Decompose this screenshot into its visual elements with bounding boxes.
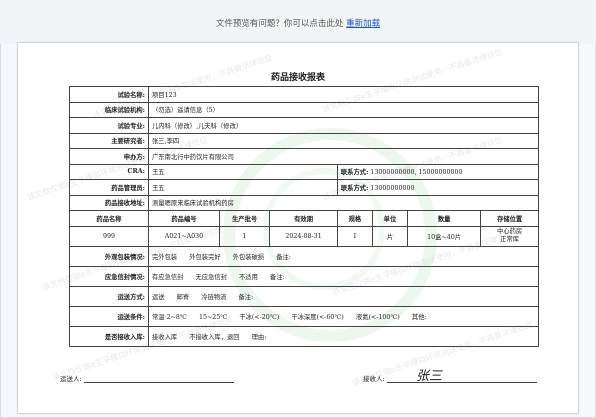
contact-cell: 联系方式: 13000000000 [336, 179, 540, 196]
option: 外包装破损 [232, 253, 265, 261]
contact-value: 13000000000, 15000000000 [370, 169, 463, 177]
option: 干冰深度(<-60℃) [291, 313, 344, 321]
column-header: 存储位置 [480, 210, 539, 227]
option: 备注: [269, 273, 285, 281]
option: 冷链物流 [201, 293, 227, 301]
check-row: 是否接收入库: 接收入库 不接收入库，退回 理由: [69, 325, 539, 347]
check-row: 应急信封情况: 有应急信封 无应急信封 不适用 备注: [69, 265, 539, 287]
drug-cell: 999 [69, 225, 149, 247]
check-row: 运送条件: 常温 2~8℃ 15~25℃ 干冰(<-20℃) 干冰深度(<-60… [69, 305, 539, 327]
column-header: 有效期 [269, 210, 338, 227]
field-label: 药品接收地址: [69, 194, 149, 211]
signature-line [386, 382, 537, 383]
reload-notice: 文件预览有问题？你可以点击此处 重新加载 [0, 17, 596, 29]
contact-label: 联系方式: [340, 184, 369, 192]
field-value: 项目123 [148, 86, 539, 103]
drug-header-row: 药品名称 药品编号 生产批号 有效期 规格 单位 数量 存储位置 [69, 210, 539, 227]
option: 备注: [276, 253, 291, 261]
field-label: 申办方: [69, 148, 149, 165]
signature-line [83, 382, 234, 383]
option: 不接收入库，退回 [189, 333, 240, 341]
notice-text: 文件预览有问题？你可以点击此处 [215, 19, 344, 29]
check-options: 完外包装 外包装完好 外包装破损 备注: [148, 245, 539, 267]
field-row: 申办方: 广东南北行中药饮片有限公司 [69, 148, 539, 165]
cra-row: CRA: 王五 联系方式: 13000000000, 15000000000 [69, 163, 540, 180]
sender-signature-line: 运送人: [60, 373, 234, 383]
check-label: 是否接收入库: [69, 325, 149, 347]
contact-value: 13000000000 [370, 184, 415, 192]
check-options: 有应急信封 无应急信封 不适用 备注: [148, 265, 539, 287]
column-header: 规格 [336, 210, 373, 227]
option: 接收入库 [152, 333, 178, 341]
field-value: 儿内科（修改）,儿夫科（修改） [148, 117, 539, 134]
field-label: 主要研究者: [69, 132, 149, 149]
field-value: 测量嗯原来临床试验机构药房 [148, 194, 539, 211]
document-page: 该文档仅做e生平模拟环境测试使用，不具备法律效应 该文档仅做e生平模拟环境测试使… [17, 42, 579, 414]
option: 常温 2~8℃ [152, 313, 187, 321]
option: 无应急信封 [195, 273, 227, 281]
page-title: 药品接收报表 [270, 73, 325, 83]
option: 完外包装 [152, 253, 178, 261]
field-label: 临床试验机构: [69, 101, 149, 118]
field-value: 张三,李四 [148, 132, 539, 149]
option: 干冰(<-20℃) [239, 313, 280, 321]
check-label: 运送方式: [69, 285, 149, 307]
option: 其他: [411, 313, 427, 321]
reload-link[interactable]: 重新加载 [346, 19, 380, 29]
manager-row: 药品管理员: 王五 联系方式: 13000000000 [69, 179, 540, 196]
field-value: （勿选）遥请信息（5） [148, 101, 539, 118]
option: 15~25℃ [198, 313, 228, 321]
drug-cell: A021~A030 [148, 225, 220, 247]
field-label: 试验名称: [69, 86, 149, 103]
column-header: 药品编号 [148, 210, 220, 227]
receipt-table: 试验名称: 项目123 临床试验机构: （勿选）遥请信息（5） 试验专业: 儿内科（修… [69, 86, 540, 347]
drug-cell: 片 [371, 225, 409, 247]
field-label: 药品管理员: [69, 179, 149, 196]
option: 不适用 [239, 273, 258, 281]
check-options: 接收入库 不接收入库，退回 理由: [148, 325, 539, 347]
contact-cell: 联系方式: 13000000000, 15000000000 [336, 163, 540, 180]
receiver-signature-line: 接收人: [363, 373, 537, 383]
option: 液氮(<-100℃) [355, 313, 400, 321]
field-value: 王五 [148, 179, 338, 196]
field-row: 临床试验机构: （勿选）遥请信息（5） [69, 101, 539, 118]
field-row: 主要研究者: 张三,李四 [69, 132, 539, 149]
receiver-signature: 张三 [416, 369, 443, 384]
option: 备注: [238, 293, 254, 301]
receiver-label: 接收人: [363, 375, 385, 383]
column-header: 生产批号 [218, 210, 271, 227]
drug-cell: 2024-08-31 [269, 225, 338, 247]
check-row: 运送方式: 运送 邮寄 冷链物流 备注: [69, 285, 539, 307]
field-label: CRA: [69, 163, 149, 180]
option: 运送 [152, 293, 165, 301]
field-value: 王五 [148, 163, 338, 180]
sender-label: 运送人: [60, 375, 82, 383]
column-header: 药品名称 [69, 210, 149, 227]
drug-row: 999 A021~A030 1 2024-08-31 1 片 10盒~40片 中… [69, 225, 539, 247]
check-options: 常温 2~8℃ 15~25℃ 干冰(<-20℃) 干冰深度(<-60℃) 液氮(… [148, 305, 539, 327]
drug-cell: 1 [218, 225, 271, 247]
check-options: 运送 邮寄 冷链物流 备注: [148, 285, 539, 307]
field-label: 试验专业: [69, 117, 149, 134]
contact-label: 联系方式: [340, 169, 369, 177]
check-label: 应急信封情况: [69, 265, 149, 287]
option: 理由: [251, 333, 267, 341]
field-row: 试验专业: 儿内科（修改）,儿夫科（修改） [69, 117, 539, 134]
check-label: 外观包装情况: [69, 245, 149, 267]
option: 外包装完好 [189, 253, 221, 261]
column-header: 单位 [371, 210, 409, 227]
option: 有应急信封 [152, 273, 184, 281]
drug-cell: 10盒~40片 [406, 225, 482, 247]
column-header: 数量 [406, 210, 482, 227]
option: 邮寄 [176, 293, 190, 301]
check-row: 外观包装情况: 完外包装 外包装完好 外包装破损 备注: [69, 245, 539, 267]
drug-cell: 1 [336, 225, 373, 247]
field-value: 广东南北行中药饮片有限公司 [148, 148, 539, 165]
check-label: 运送条件: [69, 305, 149, 327]
field-row: 试验名称: 项目123 [69, 86, 539, 103]
field-row: 药品接收地址: 测量嗯原来临床试验机构药房 [69, 194, 539, 211]
drug-cell: 中心药房 正常库 [480, 225, 539, 247]
